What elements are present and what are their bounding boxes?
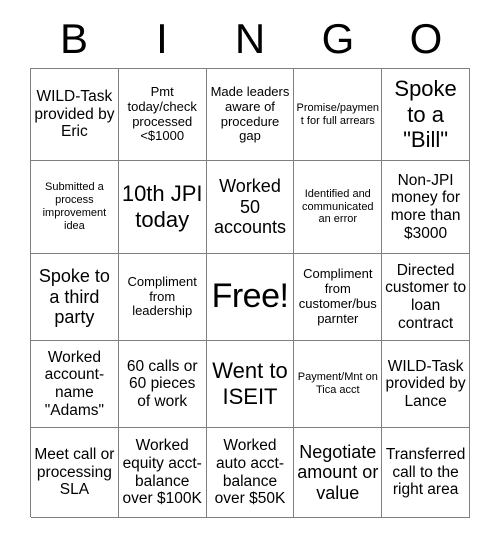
- bingo-cell[interactable]: Pmt today/check processed <$1000: [118, 69, 207, 161]
- bingo-cell[interactable]: Payment/Mnt on Tica acct: [294, 341, 383, 428]
- bingo-cell[interactable]: Worked account-name "Adams": [31, 341, 119, 428]
- bingo-cell[interactable]: WILD-Task provided by Lance: [382, 341, 470, 428]
- bingo-cell[interactable]: Meet call or processing SLA: [31, 428, 119, 518]
- bingo-cell-label: Compliment from leadership: [127, 273, 197, 319]
- bingo-cell[interactable]: Spoke to a third party: [31, 254, 119, 341]
- bingo-cell-label: Identified and communicated an error: [302, 187, 374, 226]
- bingo-cell[interactable]: Compliment from customer/bus parnter: [294, 254, 383, 341]
- bingo-cell-label: Worked equity acct-balance over $100K: [122, 437, 202, 508]
- bingo-cell[interactable]: Submitted a process improvement idea: [31, 161, 119, 254]
- bingo-cell-label: Non-JPI money for more than $3000: [390, 171, 461, 242]
- bingo-cell-label: Pmt today/check processed <$1000: [127, 83, 197, 144]
- bingo-cell-label: Meet call or processing SLA: [34, 446, 115, 499]
- bingo-cell[interactable]: Identified and communicated an error: [294, 161, 383, 254]
- bingo-cell[interactable]: Compliment from leadership: [118, 254, 207, 341]
- bingo-cell-label: 10th JPI today: [121, 181, 203, 232]
- bingo-cell-label: Free!: [211, 277, 289, 316]
- bingo-cell-label: Payment/Mnt on Tica acct: [297, 371, 378, 396]
- bingo-cell[interactable]: Worked auto acct-balance over $50K: [206, 428, 295, 518]
- bingo-cell[interactable]: Promise/payment for full arrears: [294, 69, 383, 161]
- bingo-header-letter-g: G: [321, 15, 355, 62]
- bingo-cell[interactable]: 60 calls or 60 pieces of work: [118, 341, 207, 428]
- bingo-header: BINGO: [30, 10, 470, 68]
- bingo-cell-label: Went to ISEIT: [212, 358, 288, 409]
- bingo-cell[interactable]: 10th JPI today: [118, 161, 207, 254]
- bingo-cell-label: Spoke to a third party: [38, 266, 110, 328]
- bingo-cell[interactable]: Made leaders aware of procedure gap: [206, 69, 295, 161]
- bingo-cell-label: Compliment from customer/bus parnter: [298, 266, 377, 326]
- bingo-cell[interactable]: Negotiate amount or value: [294, 428, 383, 518]
- bingo-header-letter-b: B: [59, 15, 88, 62]
- bingo-cell[interactable]: Spoke to a "Bill": [382, 69, 470, 161]
- bingo-cell-label: WILD-Task provided by Lance: [385, 357, 466, 410]
- bingo-cell-label: Transferred call to the right area: [385, 446, 466, 499]
- bingo-cell-label: 60 calls or 60 pieces of work: [126, 357, 198, 410]
- bingo-cell-label: Worked account-name "Adams": [44, 348, 105, 419]
- bingo-cell-label: Spoke to a "Bill": [394, 76, 457, 153]
- bingo-cell[interactable]: Directed customer to loan contract: [382, 254, 470, 341]
- bingo-cell[interactable]: Transferred call to the right area: [382, 428, 470, 518]
- bingo-cell-label: WILD-Task provided by Eric: [34, 88, 115, 141]
- bingo-cell-free[interactable]: Free!: [206, 254, 295, 341]
- bingo-cell-label: Directed customer to loan contract: [385, 261, 467, 332]
- bingo-cell-label: Negotiate amount or value: [297, 441, 379, 503]
- bingo-cell-label: Made leaders aware of procedure gap: [210, 83, 290, 144]
- bingo-cell-label: Worked auto acct-balance over $50K: [214, 437, 286, 508]
- bingo-card: B I N G O WILD-Task provided by Eric Pmt toda…: [0, 0, 500, 544]
- bingo-grid: WILD-Task provided by Eric Pmt today/chec…: [30, 68, 470, 518]
- bingo-cell[interactable]: WILD-Task provided by Eric: [31, 69, 119, 161]
- bingo-header-letter-n: N: [234, 15, 266, 62]
- bingo-cell-label: Submitted a process improvement idea: [42, 181, 107, 232]
- bingo-cell-label: Worked 50 accounts: [213, 176, 287, 238]
- bingo-cell-label: Promise/payment for full arrears: [296, 101, 380, 127]
- bingo-cell[interactable]: Worked 50 accounts: [206, 161, 295, 254]
- bingo-cell[interactable]: Worked equity acct-balance over $100K: [118, 428, 207, 518]
- bingo-header-letter-i: I: [156, 15, 168, 62]
- bingo-header-letter-o: O: [409, 15, 443, 62]
- bingo-cell[interactable]: Non-JPI money for more than $3000: [382, 161, 470, 254]
- bingo-cell[interactable]: Went to ISEIT: [206, 341, 295, 428]
